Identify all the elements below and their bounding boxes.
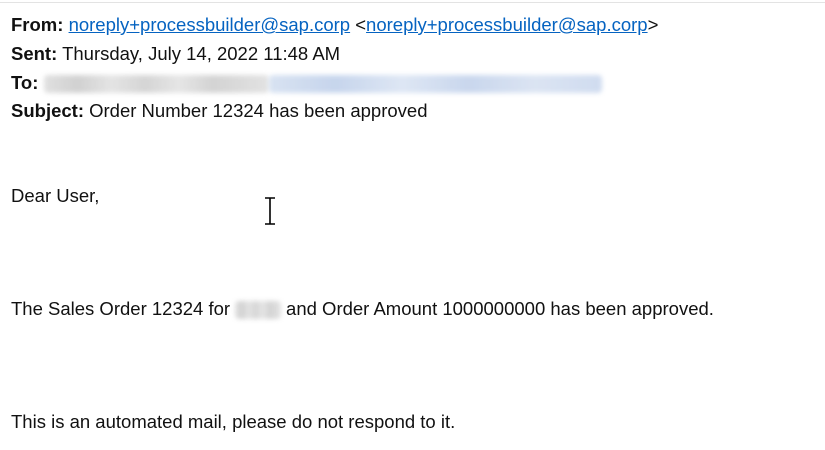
top-divider	[0, 2, 825, 3]
sender-close-angle: >	[647, 14, 659, 35]
greeting-text: Dear User,	[11, 185, 100, 206]
sender-address-link[interactable]: noreply+processbuilder@sap.corp	[366, 14, 648, 35]
subject-line: Subject: Order Number 12324 has been app…	[11, 99, 427, 123]
sent-value: Thursday, July 14, 2022 11:48 AM	[62, 43, 341, 64]
approval-message: The Sales Order 12324 for and Order Amoun…	[11, 297, 714, 321]
text-cursor-icon	[265, 197, 275, 225]
sent-label: Sent:	[11, 43, 58, 64]
approval-prefix: The Sales Order 12324 for	[11, 298, 231, 319]
sender-name-link[interactable]: noreply+processbuilder@sap.corp	[69, 14, 351, 35]
redacted-recipient-email	[269, 75, 603, 94]
approval-suffix: and Order Amount 1000000000 has been app…	[286, 298, 714, 319]
sender-open-angle: <	[355, 14, 367, 35]
automated-mail-notice: This is an automated mail, please do not…	[11, 411, 456, 432]
from-line: From: noreply+processbuilder@sap.corp <n…	[11, 13, 658, 37]
subject-label: Subject:	[11, 100, 84, 121]
subject-value: Order Number 12324 has been approved	[89, 100, 428, 121]
from-label: From:	[11, 14, 64, 35]
to-label: To:	[11, 72, 39, 93]
redacted-customer-name	[235, 301, 282, 320]
sent-line: Sent: Thursday, July 14, 2022 11:48 AM	[11, 42, 340, 66]
to-line: To:	[11, 71, 603, 95]
redacted-recipient-name	[44, 75, 270, 94]
